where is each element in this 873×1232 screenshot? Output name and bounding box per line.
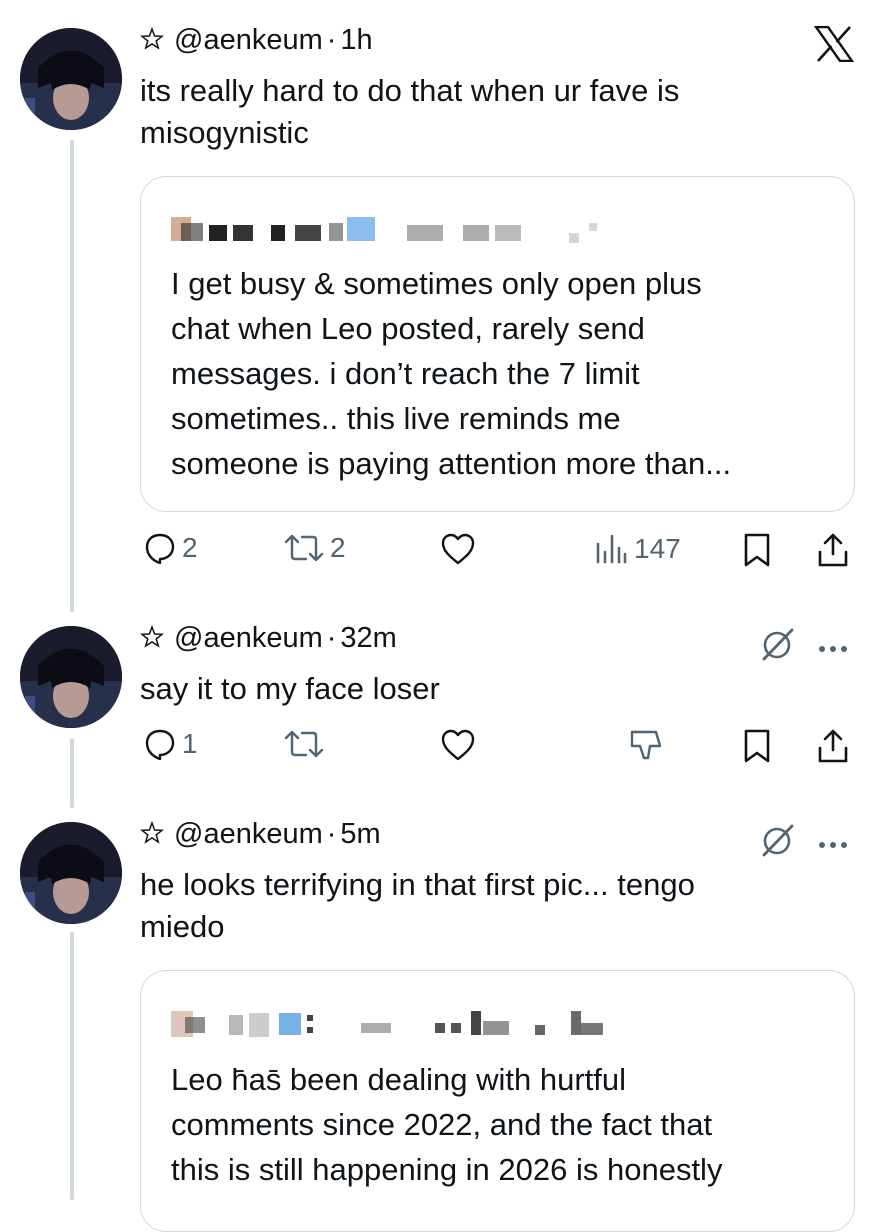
reply-icon	[145, 533, 175, 564]
share-button[interactable]	[816, 728, 850, 764]
like-button[interactable]	[440, 728, 476, 762]
bookmark-button[interactable]	[742, 532, 772, 568]
downvote-button[interactable]	[626, 728, 666, 762]
reply-icon	[145, 729, 175, 760]
blurred-quote-author	[171, 217, 597, 243]
separator: ·	[326, 622, 337, 654]
avatar[interactable]	[20, 28, 122, 130]
more-icon[interactable]	[818, 640, 848, 658]
bookmark-button[interactable]	[742, 728, 772, 764]
more-icon[interactable]	[818, 836, 848, 854]
reply-button[interactable]: 1	[144, 728, 198, 760]
reply-count: 1	[182, 728, 198, 759]
thread-line	[70, 738, 74, 808]
reply-button[interactable]: 2	[144, 532, 198, 564]
author-handle[interactable]: @aenkeum	[174, 24, 323, 56]
repost-button[interactable]	[284, 728, 324, 760]
timestamp[interactable]: 1h	[340, 24, 372, 56]
post-header: @aenkeum · 5m	[139, 818, 381, 853]
quoted-post-text: Leo h̄as̄ been dealing with hurtful comm…	[171, 1062, 723, 1187]
repost-count: 2	[330, 532, 346, 563]
share-button[interactable]	[816, 532, 850, 568]
heart-icon	[441, 729, 475, 761]
star-icon	[139, 624, 166, 657]
share-icon	[818, 533, 848, 567]
star-icon	[139, 26, 166, 59]
reply-count: 2	[182, 532, 198, 563]
repost-icon	[284, 534, 324, 562]
post-text: say it to my face loser	[140, 671, 440, 706]
thread-line	[70, 140, 74, 612]
post-text: he looks terrifying in that first pic...…	[140, 867, 695, 944]
views-icon	[596, 534, 627, 564]
views-button[interactable]: 147	[594, 532, 681, 566]
separator: ·	[326, 24, 337, 56]
heart-icon	[441, 533, 475, 565]
star-icon	[139, 820, 166, 853]
separator: ·	[326, 818, 337, 850]
grok-icon[interactable]	[760, 626, 796, 667]
quoted-post-text: I get busy & sometimes only open plus ch…	[171, 266, 732, 481]
share-icon	[818, 729, 848, 763]
post-header: @aenkeum · 1h	[139, 24, 373, 59]
thread-line	[70, 932, 74, 1200]
post-header: @aenkeum · 32m	[139, 622, 397, 657]
avatar[interactable]	[20, 626, 122, 728]
post-text: its really hard to do that when ur fave …	[140, 73, 680, 150]
quoted-post[interactable]: Leo h̄as̄ been dealing with hurtful comm…	[140, 970, 855, 1232]
blurred-quote-author	[171, 1011, 603, 1037]
view-count: 147	[634, 533, 681, 564]
quoted-post[interactable]: I get busy & sometimes only open plus ch…	[140, 176, 855, 512]
bookmark-icon	[744, 533, 770, 567]
avatar[interactable]	[20, 822, 122, 924]
repost-icon	[284, 730, 324, 758]
timestamp[interactable]: 5m	[340, 818, 380, 850]
like-button[interactable]	[440, 532, 476, 566]
timestamp[interactable]: 32m	[340, 622, 396, 654]
x-logo-icon[interactable]	[813, 25, 855, 67]
repost-button[interactable]: 2	[284, 532, 346, 564]
thumbs-down-icon	[630, 730, 662, 760]
grok-icon[interactable]	[760, 822, 796, 863]
bookmark-icon	[744, 729, 770, 763]
author-handle[interactable]: @aenkeum	[174, 622, 323, 654]
author-handle[interactable]: @aenkeum	[174, 818, 323, 850]
